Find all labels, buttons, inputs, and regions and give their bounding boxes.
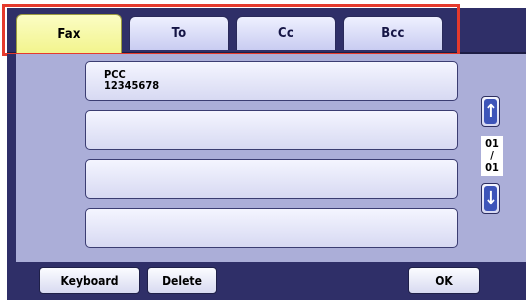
destination-slot-4[interactable] (85, 208, 458, 248)
page-total: 01 (485, 161, 499, 174)
scroll-up-button[interactable]: ↑ (481, 96, 500, 127)
destination-slot-3[interactable] (85, 159, 458, 199)
tab-to[interactable]: To (129, 16, 229, 50)
arrow-down-icon: ↓ (484, 186, 498, 211)
destination-slot-2[interactable] (85, 110, 458, 150)
arrow-up-icon: ↑ (484, 99, 498, 124)
tab-fax[interactable]: Fax (16, 14, 122, 54)
ok-button[interactable]: OK (408, 267, 480, 294)
page-indicator: 01 / 01 (481, 136, 503, 176)
delete-button[interactable]: Delete (147, 267, 217, 294)
left-rail (7, 54, 16, 300)
scroll-down-button[interactable]: ↓ (481, 183, 500, 214)
destination-slot-1[interactable]: PCC 12345678 (85, 61, 458, 101)
keyboard-button[interactable]: Keyboard (39, 267, 140, 294)
tab-cc[interactable]: Cc (236, 16, 336, 50)
destination-number: 12345678 (104, 79, 160, 92)
tab-bcc[interactable]: Bcc (343, 16, 443, 50)
